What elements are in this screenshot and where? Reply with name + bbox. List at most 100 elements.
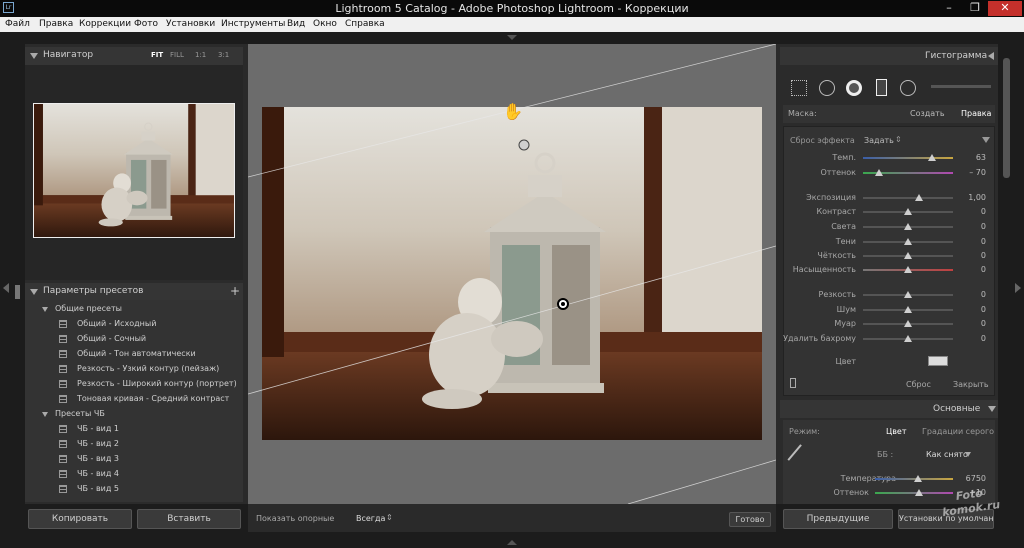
collapse-top-icon[interactable] [507,35,517,40]
folder-triangle-icon[interactable] [42,412,48,417]
close-button[interactable]: Закрыть [953,380,989,389]
adjust-slider[interactable] [863,320,953,327]
previous-button[interactable]: Предыдущие [783,509,893,529]
dropdown-icon[interactable]: ⇕ [386,513,393,522]
temperature-value[interactable]: 6750 [960,474,986,483]
graduated-filter-icon[interactable] [876,79,887,96]
adjust-slider[interactable] [863,154,953,161]
slider-knob[interactable] [904,320,912,327]
slider-knob[interactable] [875,169,884,176]
preset-item[interactable]: ЧБ - вид 2 [25,437,240,452]
preset-item[interactable]: Общий - Тон автоматически [25,347,240,362]
reset-button[interactable]: Сброс [906,380,931,389]
preset-item[interactable]: Тоновая кривая - Средний контраст [25,392,240,407]
preset-item[interactable]: Резкость - Узкий контур (пейзаж) [25,362,240,377]
temperature-slider[interactable] [875,475,953,482]
paste-button[interactable]: Вставить [137,509,241,529]
mask-edit-button[interactable]: Правка [961,109,991,118]
preset-item[interactable]: Общий - Исходный [25,317,240,332]
right-scrollbar[interactable] [1003,58,1010,178]
preset-item[interactable]: Резкость - Широкий контур (портрет) [25,377,240,392]
adjust-slider[interactable] [863,208,953,215]
bottom-panel-toggle-icon[interactable] [507,540,517,545]
zoom-1to1[interactable]: 1:1 [195,51,206,59]
adjust-slider[interactable] [863,252,953,259]
navigator-preview[interactable] [33,103,235,238]
preset-item[interactable]: ЧБ - вид 5 [25,482,240,497]
menu-view[interactable]: Вид [287,19,305,29]
slider-knob[interactable] [904,223,912,230]
slider-knob[interactable] [914,194,923,201]
toggle-switch-icon[interactable] [790,378,796,388]
slider-value[interactable]: 0 [960,334,986,343]
slider-knob[interactable] [928,154,937,161]
navigator-header[interactable]: Навигатор FIT FILL 1:1 3:1 [25,47,243,65]
preset-item[interactable]: ЧБ - вид 1 [25,422,240,437]
slider-value[interactable]: – 70 [960,168,986,177]
preset-item[interactable]: ЧБ - вид 3 [25,452,240,467]
overlay-dropdown[interactable]: Всегда [356,514,385,523]
menu-file[interactable]: Файл [5,19,30,29]
menu-edit[interactable]: Правка [39,19,73,29]
left-panel-toggle-icon[interactable] [3,283,9,293]
adjust-slider[interactable] [863,223,953,230]
wb-dropdown[interactable]: Как снято [926,450,968,459]
zoom-fill[interactable]: FILL [170,51,184,59]
mask-create-button[interactable]: Создать [910,109,945,118]
disclosure-triangle-icon[interactable] [30,53,38,59]
right-panel-toggle-icon[interactable] [1015,283,1021,293]
slider-knob[interactable] [904,335,912,342]
filter-rotate-handle[interactable] [518,139,530,151]
copy-button[interactable]: Копировать [28,509,132,529]
dropdown-icon[interactable] [965,452,971,457]
add-preset-icon[interactable]: + [230,284,240,298]
slider-value[interactable]: 0 [960,290,986,299]
adjust-slider[interactable] [863,335,953,342]
slider-value[interactable]: 1,00 [960,193,986,202]
left-scroll-thumb[interactable] [15,285,20,299]
adjust-slider[interactable] [863,306,953,313]
brush-slider-icon[interactable] [931,85,991,88]
slider-value[interactable]: 0 [960,265,986,274]
slider-value[interactable]: 0 [960,319,986,328]
adjust-slider[interactable] [863,169,953,176]
mode-color[interactable]: Цвет [886,427,907,436]
effect-preset-dropdown[interactable]: Задать [864,136,894,145]
dropdown-icon[interactable]: ⇕ [895,135,902,144]
preset-item[interactable]: ЧБ - вид 4 [25,467,240,482]
presets-header[interactable]: Параметры пресетов + [25,283,243,301]
folder-triangle-icon[interactable] [42,307,48,312]
menu-help[interactable]: Справка [345,19,385,29]
slider-knob[interactable] [904,238,912,245]
menu-tools[interactable]: Инструменты [221,19,285,29]
slider-knob[interactable] [904,291,912,298]
slider-value[interactable]: 63 [960,153,986,162]
collapse-effect-icon[interactable] [982,137,990,143]
spot-removal-icon[interactable] [819,80,835,96]
minimize-icon[interactable]: – [936,1,962,16]
close-icon[interactable]: ✕ [988,1,1022,16]
preset-folder-general[interactable]: Общие пресеты [25,302,240,317]
expand-icon[interactable] [988,52,994,60]
adjust-slider[interactable] [863,238,953,245]
slider-knob[interactable] [904,208,912,215]
preset-folder-bw[interactable]: Пресеты ЧБ [25,407,240,422]
done-button[interactable]: Готово [729,512,771,527]
slider-value[interactable]: 0 [960,207,986,216]
graduated-filter-overlay[interactable]: ✋ [248,44,776,504]
slider-value[interactable]: 0 [960,237,986,246]
top-panel-toggle[interactable] [0,32,1024,44]
disclosure-triangle-icon[interactable] [30,289,38,295]
redeye-icon[interactable] [846,80,862,96]
histogram-header[interactable]: Гистограмма [780,47,998,65]
slider-knob[interactable] [904,252,912,259]
disclosure-triangle-icon[interactable] [988,406,996,412]
crop-tool-icon[interactable] [791,80,807,96]
zoom-fit[interactable]: FIT [151,51,163,59]
adjust-slider[interactable] [863,291,953,298]
radial-filter-icon[interactable] [900,80,916,96]
menu-photo[interactable]: Фото [134,19,158,29]
menu-settings[interactable]: Установки [166,19,215,29]
mode-grayscale[interactable]: Градации серого [922,427,994,436]
adjust-slider[interactable] [863,266,953,273]
